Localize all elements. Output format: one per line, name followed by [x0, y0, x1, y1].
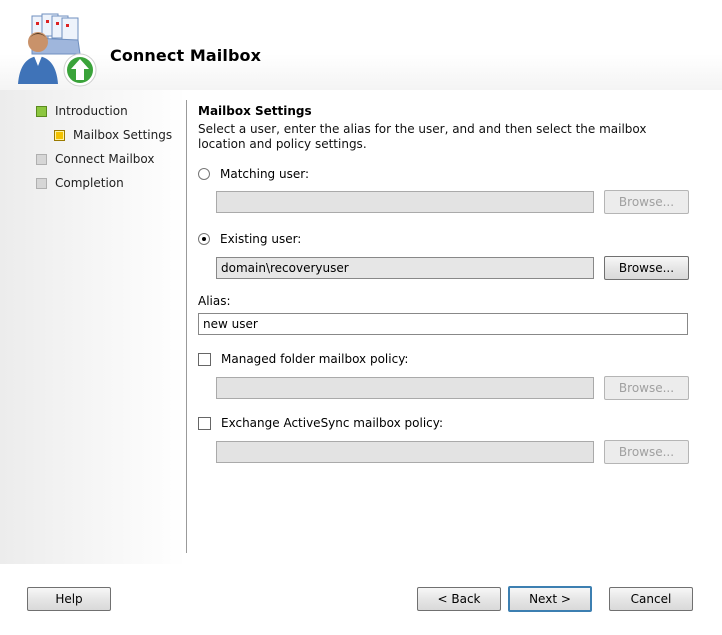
- managed-folder-policy-browse-button: Browse...: [604, 376, 689, 400]
- step-pending-icon: [36, 153, 47, 165]
- wizard-window: Connect Mailbox Introduction Mailbox Set…: [0, 0, 722, 635]
- activesync-policy-field: [216, 441, 594, 463]
- radio-unchecked-icon: [198, 168, 210, 180]
- matching-user-field: [216, 191, 594, 213]
- existing-user-browse-button[interactable]: Browse...: [604, 256, 689, 280]
- checkbox-unchecked-icon: [198, 352, 211, 366]
- step-pending-icon: [36, 177, 47, 189]
- section-title: Mailbox Settings: [198, 104, 312, 118]
- help-button[interactable]: Help: [27, 587, 111, 611]
- checkbox-unchecked-icon: [198, 416, 211, 430]
- matching-user-browse-button: Browse...: [604, 190, 689, 214]
- activesync-policy-browse-button: Browse...: [604, 440, 689, 464]
- step-label: Introduction: [55, 104, 128, 118]
- radio-checked-icon: [198, 233, 210, 245]
- step-current-icon: [54, 129, 65, 141]
- next-button[interactable]: Next >: [508, 586, 592, 612]
- step-completed-icon: [36, 105, 47, 117]
- connect-mailbox-wizard-icon: [18, 13, 97, 87]
- existing-user-label: Existing user:: [220, 232, 302, 246]
- cancel-button[interactable]: Cancel: [609, 587, 693, 611]
- sidebar-divider: [186, 100, 187, 553]
- wizard-header: Connect Mailbox: [0, 0, 722, 90]
- activesync-policy-label: Exchange ActiveSync mailbox policy:: [221, 416, 444, 430]
- alias-label: Alias:: [198, 294, 231, 308]
- existing-user-field[interactable]: domain\recoveryuser: [216, 257, 594, 279]
- existing-user-radio[interactable]: Existing user:: [198, 232, 301, 246]
- matching-user-radio[interactable]: Matching user:: [198, 167, 309, 181]
- step-label: Mailbox Settings: [73, 128, 173, 142]
- alias-input[interactable]: new user: [198, 313, 688, 335]
- step-completion[interactable]: Completion: [36, 176, 124, 190]
- managed-folder-policy-field: [216, 377, 594, 399]
- step-label: Connect Mailbox: [55, 152, 155, 166]
- managed-folder-policy-checkbox[interactable]: Managed folder mailbox policy:: [198, 352, 408, 366]
- matching-user-label: Matching user:: [220, 167, 309, 181]
- wizard-title: Connect Mailbox: [110, 46, 262, 65]
- step-introduction[interactable]: Introduction: [36, 104, 128, 118]
- step-connect-mailbox[interactable]: Connect Mailbox: [36, 152, 155, 166]
- back-button[interactable]: < Back: [417, 587, 501, 611]
- managed-folder-policy-label: Managed folder mailbox policy:: [221, 352, 409, 366]
- step-mailbox-settings[interactable]: Mailbox Settings: [54, 128, 172, 142]
- wizard-steps-sidebar: Introduction Mailbox Settings Connect Ma…: [0, 90, 186, 564]
- wizard-footer: Help < Back Next > Cancel: [0, 565, 722, 635]
- section-description: Select a user, enter the alias for the u…: [198, 122, 647, 151]
- activesync-policy-checkbox[interactable]: Exchange ActiveSync mailbox policy:: [198, 416, 443, 430]
- step-label: Completion: [55, 176, 124, 190]
